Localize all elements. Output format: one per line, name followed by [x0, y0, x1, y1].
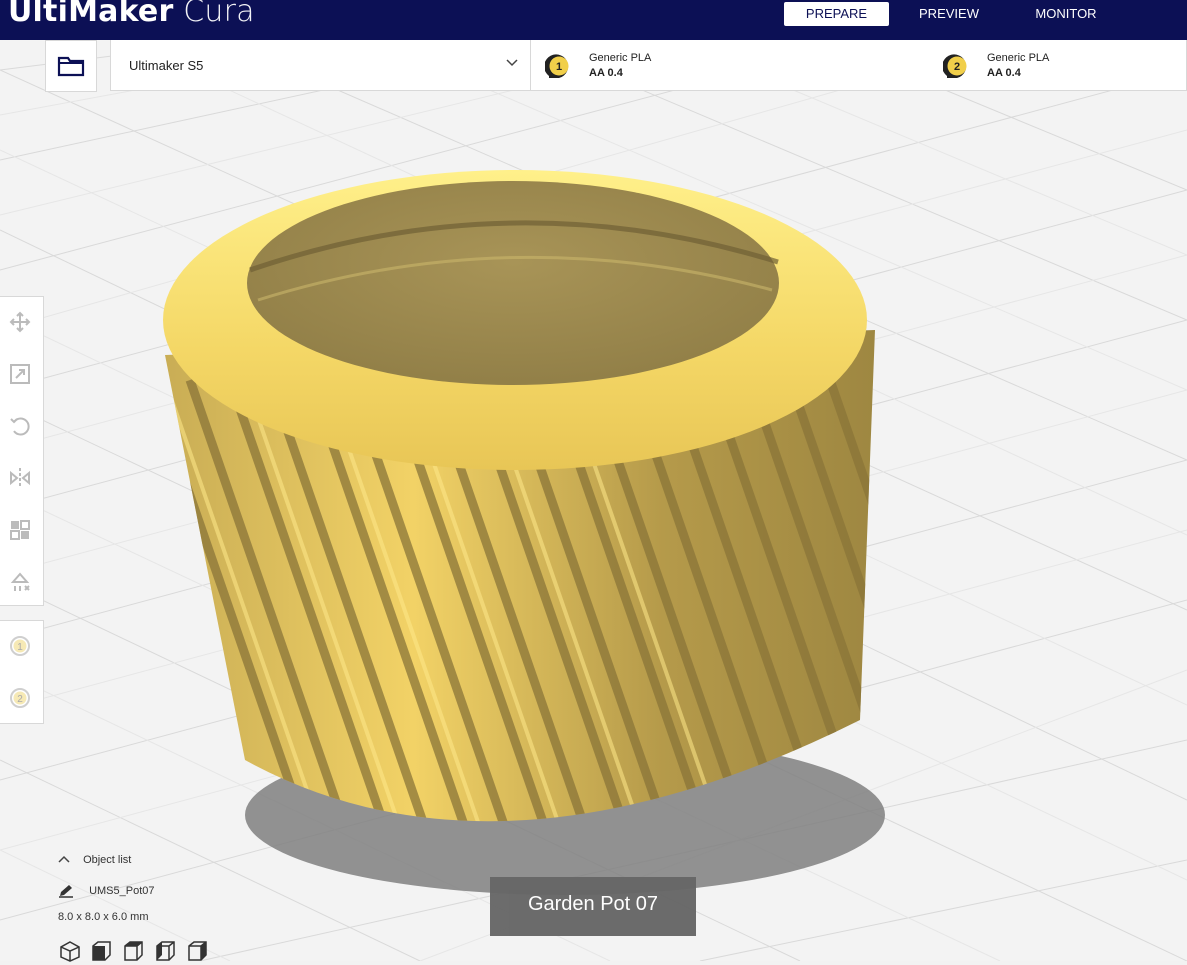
extruder-1-number: 1 — [556, 61, 562, 73]
app-logo: UltiMaker Cura — [8, 0, 255, 29]
extruder-1-icon: 1 — [545, 54, 569, 78]
tab-monitor[interactable]: MONITOR — [1020, 2, 1112, 26]
garden-pot-model[interactable] — [0, 40, 1187, 961]
view-left-icon[interactable] — [156, 941, 175, 961]
per-model-settings-icon — [10, 520, 30, 540]
view-top-icon[interactable] — [124, 941, 143, 961]
pencil-icon — [59, 885, 73, 898]
extruder-1-nozzle: AA 0.4 — [589, 67, 623, 79]
object-list-header: Object list — [83, 854, 132, 866]
extruder-2-tool-number: 2 — [17, 694, 23, 705]
title-bar: UltiMaker Cura PREPARE PREVIEW MONITOR — [0, 0, 1187, 40]
folder-icon — [57, 56, 85, 77]
machine-selector[interactable]: Ultimaker S5 — [111, 40, 531, 90]
extruder-1-config[interactable]: 1 Generic PLA AA 0.4 — [545, 40, 905, 90]
scale-tool-button[interactable] — [7, 361, 33, 387]
view-orientation-buttons — [60, 940, 220, 965]
tab-preview[interactable]: PREVIEW — [905, 2, 993, 26]
view-3d-icon[interactable] — [60, 941, 80, 962]
extruder-2-config[interactable]: 2 Generic PLA AA 0.4 — [943, 40, 1183, 90]
extruder-2-button[interactable]: 2 — [7, 685, 33, 711]
move-icon — [9, 311, 31, 333]
model-name-tooltip: Garden Pot 07 — [490, 877, 696, 936]
mirror-tool-button[interactable] — [7, 465, 33, 491]
rotate-tool-button[interactable] — [7, 413, 33, 439]
tool-panel — [0, 296, 44, 606]
object-list-toggle[interactable]: Object list — [58, 854, 131, 866]
extruder-panel: 1 2 — [0, 620, 44, 724]
build-plate-viewport[interactable] — [0, 40, 1187, 961]
extruder-2-material: Generic PLA — [987, 52, 1050, 64]
object-name: UMS5_Pot07 — [89, 884, 155, 897]
extruder-1-material: Generic PLA — [589, 52, 652, 64]
open-file-button[interactable] — [45, 40, 97, 92]
object-name-row[interactable]: UMS5_Pot07 — [58, 884, 155, 898]
per-model-settings-button[interactable] — [7, 517, 33, 543]
machine-selector-bar: Ultimaker S5 1 Generic PLA AA 0.4 2 Gene… — [110, 40, 1187, 91]
chevron-up-icon — [58, 856, 70, 863]
chevron-down-icon — [506, 59, 518, 67]
brand-bold: UltiMaker — [8, 0, 174, 29]
mirror-icon — [10, 468, 30, 488]
view-right-icon[interactable] — [188, 941, 207, 961]
support-blocker-button[interactable] — [7, 569, 33, 595]
extruder-2-tool-icon: 2 — [10, 688, 30, 708]
tab-prepare[interactable]: PREPARE — [784, 2, 889, 26]
support-blocker-icon — [10, 572, 30, 591]
extruder-1-tool-icon: 1 — [10, 636, 30, 656]
view-buttons-row — [60, 941, 207, 962]
extruder-1-button[interactable]: 1 — [7, 633, 33, 659]
extruder-2-nozzle: AA 0.4 — [987, 67, 1021, 79]
view-front-icon[interactable] — [92, 941, 111, 961]
machine-name: Ultimaker S5 — [129, 58, 204, 73]
rotate-icon — [10, 417, 30, 436]
extruder-2-number: 2 — [954, 61, 960, 73]
extruder-2-icon: 2 — [943, 54, 967, 78]
scale-icon — [10, 364, 30, 384]
object-dimensions: 8.0 x 8.0 x 6.0 mm — [58, 911, 149, 923]
extruder-1-tool-number: 1 — [17, 642, 23, 653]
brand-light: Cura — [183, 0, 255, 29]
move-tool-button[interactable] — [7, 309, 33, 335]
